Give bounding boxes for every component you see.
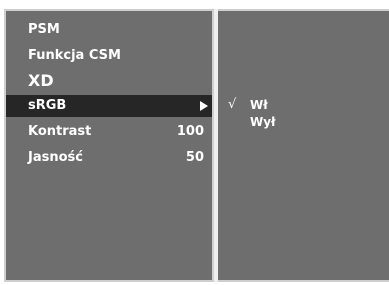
- menu-item-value: 50: [185, 150, 204, 165]
- right-arrow-icon: [200, 101, 208, 111]
- menu-item-value: 100: [176, 124, 204, 139]
- menu-item-psm[interactable]: PSM: [6, 19, 212, 41]
- menu-item-kontrast[interactable]: Kontrast 100: [6, 121, 212, 143]
- menu-item-label: Funkcja CSM: [28, 48, 121, 63]
- xd-logo-text: XD: [28, 72, 54, 88]
- submenu-panel: √ Wł Wył: [218, 9, 389, 282]
- menu-item-label: Kontrast: [28, 124, 92, 139]
- xd-logo: XD: [28, 72, 54, 88]
- submenu-option-on[interactable]: Wł: [250, 96, 268, 114]
- menu-item-jasnosc[interactable]: Jasność 50: [6, 147, 212, 169]
- menu-item-csm[interactable]: Funkcja CSM: [6, 45, 212, 67]
- submenu-option-off[interactable]: Wył: [250, 113, 276, 131]
- menu-item-label: sRGB: [28, 98, 67, 113]
- menu-item-label: Jasność: [28, 150, 83, 165]
- main-menu-panel: PSM Funkcja CSM XD sRGB Kontrast 100 Jas…: [4, 9, 214, 282]
- menu-item-xd[interactable]: XD: [6, 69, 212, 91]
- menu-item-label: PSM: [28, 22, 60, 37]
- osd-window: PSM Funkcja CSM XD sRGB Kontrast 100 Jas…: [0, 0, 389, 285]
- check-icon: √: [228, 97, 237, 112]
- menu-item-srgb[interactable]: sRGB: [6, 95, 212, 117]
